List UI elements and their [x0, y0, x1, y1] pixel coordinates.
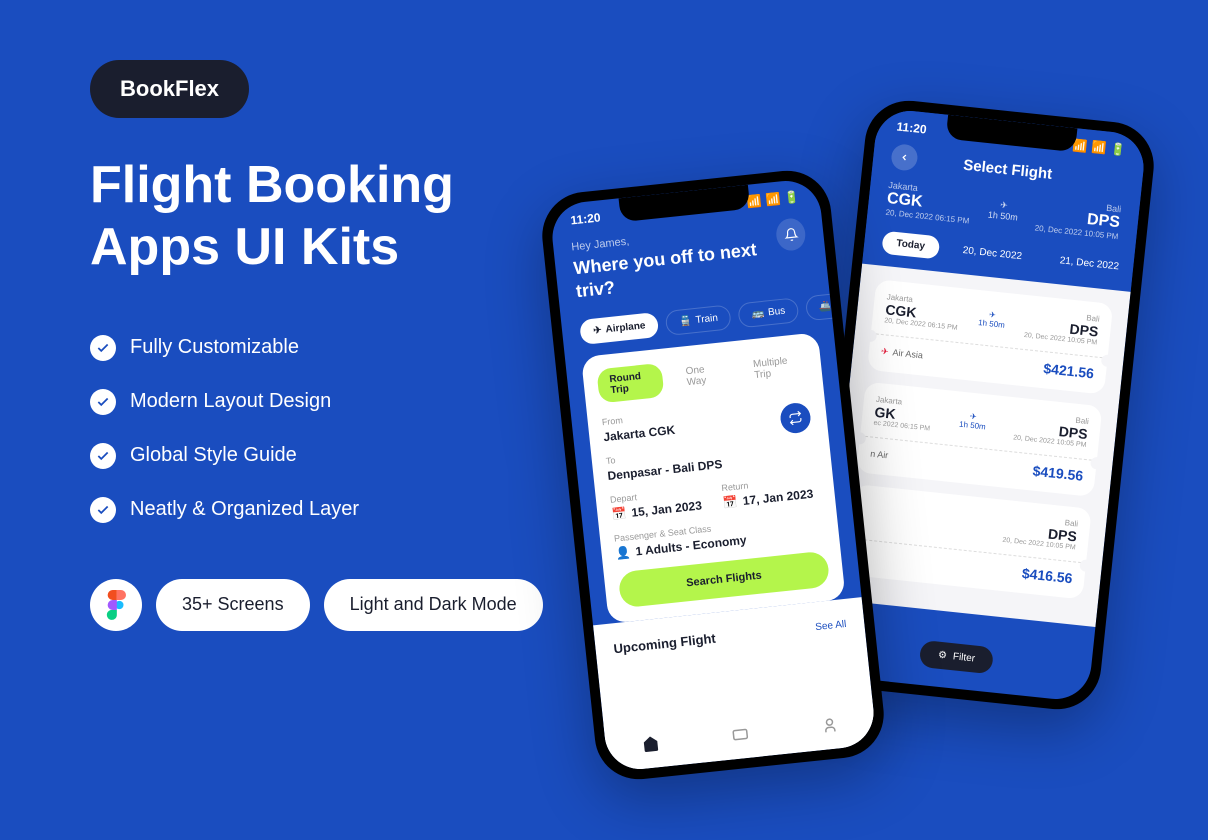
nav-profile[interactable] — [817, 712, 843, 738]
nav-home[interactable] — [638, 731, 664, 757]
upcoming-title: Upcoming Flight — [613, 630, 717, 656]
check-icon — [90, 389, 116, 415]
person-icon: 👤 — [615, 545, 631, 560]
plane-icon: ✈1h 50m — [987, 199, 1019, 223]
filter-icon: ⚙ — [937, 650, 947, 662]
see-all-link[interactable]: See All — [815, 619, 847, 633]
badges: 35+ Screens Light and Dark Mode — [90, 579, 590, 631]
date-tab[interactable]: 21, Dec 2022 — [1045, 248, 1134, 280]
train-icon: 🚆 — [679, 315, 693, 327]
filter-button[interactable]: ⚙Filter — [919, 640, 995, 675]
date-tab-today[interactable]: Today — [881, 231, 940, 260]
search-flights-button[interactable]: Search Flights — [618, 550, 831, 608]
tab-one-way[interactable]: One Way — [673, 356, 732, 396]
feature-item: Neatly & Organized Layer — [90, 497, 590, 523]
check-icon — [90, 497, 116, 523]
logo-badge: BookFlex — [90, 60, 249, 118]
mode-badge: Light and Dark Mode — [324, 579, 543, 631]
feature-item: Fully Customizable — [90, 335, 590, 361]
status-icons: 📶📶🔋 — [746, 189, 800, 208]
notification-button[interactable] — [775, 217, 807, 252]
figma-badge — [90, 579, 142, 631]
search-card: Round Trip One Way Multiple Trip From Ja… — [581, 332, 846, 623]
check-icon — [90, 335, 116, 361]
main-title: Flight Booking Apps UI Kits — [90, 154, 590, 279]
phone-search: 11:20📶📶🔋 Hey James,Where you off to next… — [538, 166, 888, 783]
feature-list: Fully Customizable Modern Layout Design … — [90, 335, 590, 523]
phone-mockups: 11:20📶📶🔋 Select Flight JakartaCGK20, Dec… — [568, 60, 1188, 840]
figma-icon — [105, 590, 127, 620]
feature-item: Global Style Guide — [90, 443, 590, 469]
screens-badge: 35+ Screens — [156, 579, 310, 631]
status-icons: 📶📶🔋 — [1072, 138, 1126, 157]
tab-round-trip[interactable]: Round Trip — [596, 363, 664, 404]
flight-card[interactable]: JakartaGKec 2022 06:15 PM ✈1h 50m BaliDP… — [856, 382, 1102, 497]
depart-field[interactable]: Depart📅15, Jan 2023 — [609, 484, 709, 521]
ship-icon: 🚢 — [818, 301, 832, 313]
tab-multi-trip[interactable]: Multiple Trip — [740, 347, 809, 388]
tab-train[interactable]: 🚆Train — [665, 304, 732, 336]
feature-item: Modern Layout Design — [90, 389, 590, 415]
nav-tickets[interactable] — [727, 721, 753, 747]
return-field[interactable]: Return📅17, Jan 2023 — [721, 473, 821, 510]
tab-bus[interactable]: 🚌Bus — [737, 297, 799, 328]
flight-card[interactable]: JakartaCGK20, Dec 2022 06:15 PM ✈1h 50m … — [867, 279, 1113, 394]
bus-icon: 🚌 — [751, 308, 765, 320]
date-tab[interactable]: 20, Dec 2022 — [948, 238, 1037, 270]
check-icon — [90, 443, 116, 469]
calendar-icon: 📅 — [611, 506, 627, 521]
flight-card[interactable]: BaliDPS20, Dec 2022 10:05 PM $416.56 — [846, 484, 1092, 599]
calendar-icon: 📅 — [722, 494, 738, 509]
plane-icon: ✈ — [593, 325, 602, 337]
